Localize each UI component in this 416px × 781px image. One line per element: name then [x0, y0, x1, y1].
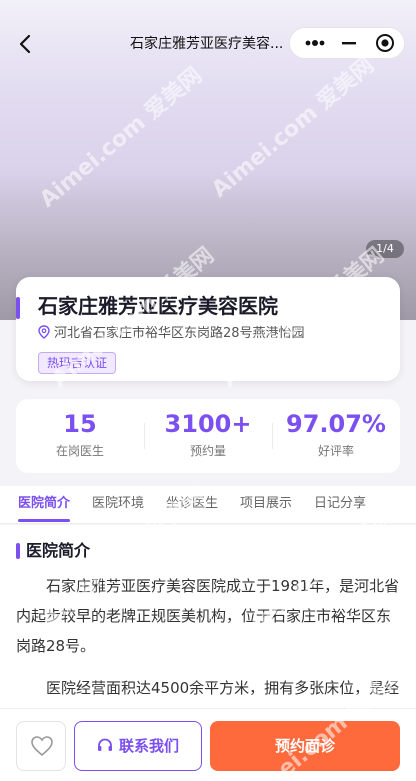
book-consultation-button[interactable]: 预约面诊: [210, 721, 400, 771]
tab-hospital-intro[interactable]: 医院简介: [18, 494, 70, 514]
tab-hospital-environment[interactable]: 医院环境: [92, 494, 144, 514]
section-accent-bar: [16, 543, 20, 559]
stat-doctors: 15 在岗医生: [16, 409, 144, 461]
bottom-action-bar: 联系我们 预约面诊: [0, 708, 416, 781]
hospital-address[interactable]: 河北省石家庄市裕华区东岗路28号燕港怡园: [38, 325, 388, 343]
intro-paragraph: 石家庄雅芳亚医疗美容医院成立于1981年，是河北省内起步较早的老牌正规医美机构，…: [16, 577, 400, 655]
favorite-button[interactable]: [16, 721, 66, 771]
stat-label: 在岗医生: [55, 444, 104, 458]
tab-projects[interactable]: 项目展示: [240, 494, 292, 514]
contact-us-button[interactable]: 联系我们: [74, 721, 202, 771]
close-miniprogram-icon[interactable]: [374, 32, 396, 54]
page-title: 石家庄雅芳亚医疗美容...: [130, 36, 284, 52]
accent-bar: [16, 297, 20, 319]
minimize-icon[interactable]: [338, 32, 360, 54]
stat-value: 15: [63, 410, 97, 438]
navigation-bar: 石家庄雅芳亚医疗美容...: [0, 22, 416, 66]
intro-section: 医院简介 石家庄雅芳亚医疗美容医院成立于1981年，是河北省内起步较早的老牌正规…: [0, 525, 416, 715]
back-arrow-icon[interactable]: [12, 30, 40, 58]
hospital-info-card: 石家庄雅芳亚医疗美容医院 河北省石家庄市裕华区东岗路28号燕港怡园 热玛吉认证: [16, 277, 400, 381]
miniprogram-capsule: [289, 27, 405, 59]
tab-diary[interactable]: 日记分享: [314, 494, 366, 514]
image-counter-badge: 1/4: [366, 240, 404, 258]
more-icon[interactable]: [302, 32, 328, 54]
certification-badge: 热玛吉认证: [38, 352, 117, 374]
stat-label: 预约量: [189, 444, 226, 458]
stat-label: 好评率: [317, 444, 354, 458]
address-text: 河北省石家庄市裕华区东岗路28号燕港怡园: [54, 326, 305, 341]
stat-appointments: 3100+ 预约量: [144, 409, 272, 461]
stat-rating: 97.07% 好评率: [272, 409, 400, 461]
hospital-name: 石家庄雅芳亚医疗美容医院: [38, 294, 278, 318]
heart-icon: [31, 736, 53, 757]
contact-label: 联系我们: [118, 737, 179, 755]
stats-panel: 15 在岗医生 3100+ 预约量 97.07% 好评率: [16, 399, 400, 473]
active-tab-indicator: [18, 519, 70, 522]
intro-paragraph: 医院经营面积达4500余平方米，拥有多张床位，是经: [46, 679, 400, 697]
section-title: 医院简介: [26, 541, 91, 560]
tab-doctors[interactable]: 坐诊医生: [166, 494, 218, 514]
stat-value: 97.07%: [286, 410, 386, 438]
location-pin-icon: [38, 325, 50, 345]
headset-icon: [97, 738, 112, 751]
stat-value: 3100+: [164, 410, 252, 438]
tab-bar: 医院简介 医院环境 坐诊医生 项目展示 日记分享: [0, 486, 416, 524]
